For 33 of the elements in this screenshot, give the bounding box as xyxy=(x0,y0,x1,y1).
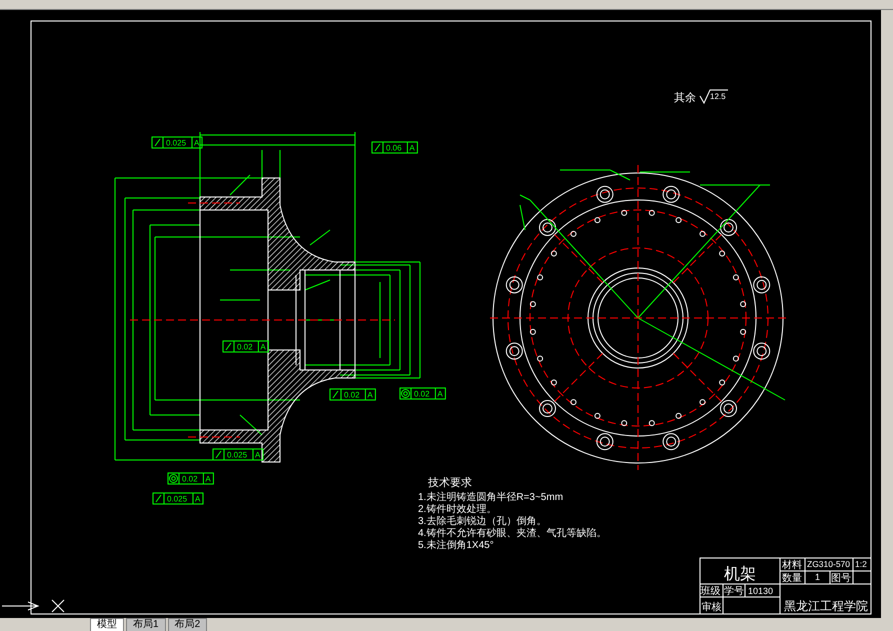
tolerance-frame: 0.025 A xyxy=(152,136,202,148)
title-block-text: 1:2 xyxy=(855,559,867,569)
layout-tab[interactable]: 布局2 xyxy=(168,618,208,631)
requirements-title: 技术要求 xyxy=(428,477,472,489)
title-block-text: 1 xyxy=(815,572,820,582)
cursor-icon xyxy=(52,600,64,612)
requirement-text: 5.未注倒角1X45° xyxy=(418,540,494,551)
school-name: 黑龙江工程学院 xyxy=(784,599,868,613)
requirement-text: 1.未注明铸造圆角半径R=3~5mm xyxy=(418,492,564,503)
layout-tab[interactable]: 布局1 xyxy=(126,618,166,631)
tolerance-frame: 0.02 A xyxy=(168,472,214,484)
tolerance-frame: 0.02 A xyxy=(330,388,376,400)
scrollbar[interactable] xyxy=(881,10,893,618)
tolerance-frame: 0.02 A xyxy=(400,388,446,400)
title-block-text: ZG310-570 xyxy=(807,559,850,569)
title-block-text: 学号 xyxy=(724,586,744,597)
tolerance-frame: 0.02 A xyxy=(222,340,269,352)
title-block-text: 班级 xyxy=(700,586,720,597)
title-block-text: 材料 xyxy=(782,560,802,571)
requirement-text: 4.铸件不允许有砂眼、夹渣、气孔等缺陷。 xyxy=(418,528,606,539)
tolerance-frame: 0.06 A xyxy=(372,142,418,154)
ucs-icon xyxy=(2,596,40,614)
title-block-text: 审核 xyxy=(702,602,722,613)
surface-note-label: 其余 xyxy=(674,92,696,104)
title-block-text: 图号 xyxy=(831,573,851,584)
title-block-text: 10130 xyxy=(748,586,774,596)
tolerance-frame: 0.025 A xyxy=(212,448,264,460)
layout-tab[interactable]: 模型 xyxy=(90,618,124,631)
requirement-text: 3.去除毛刺锐边（孔）倒角。 xyxy=(418,516,546,527)
requirement-text: 2.铸件时效处理。 xyxy=(418,504,496,515)
title-block-text: 数量 xyxy=(782,573,802,584)
part-name: 机架 xyxy=(724,566,756,583)
tolerance-frame: 0.025 A xyxy=(152,492,204,504)
